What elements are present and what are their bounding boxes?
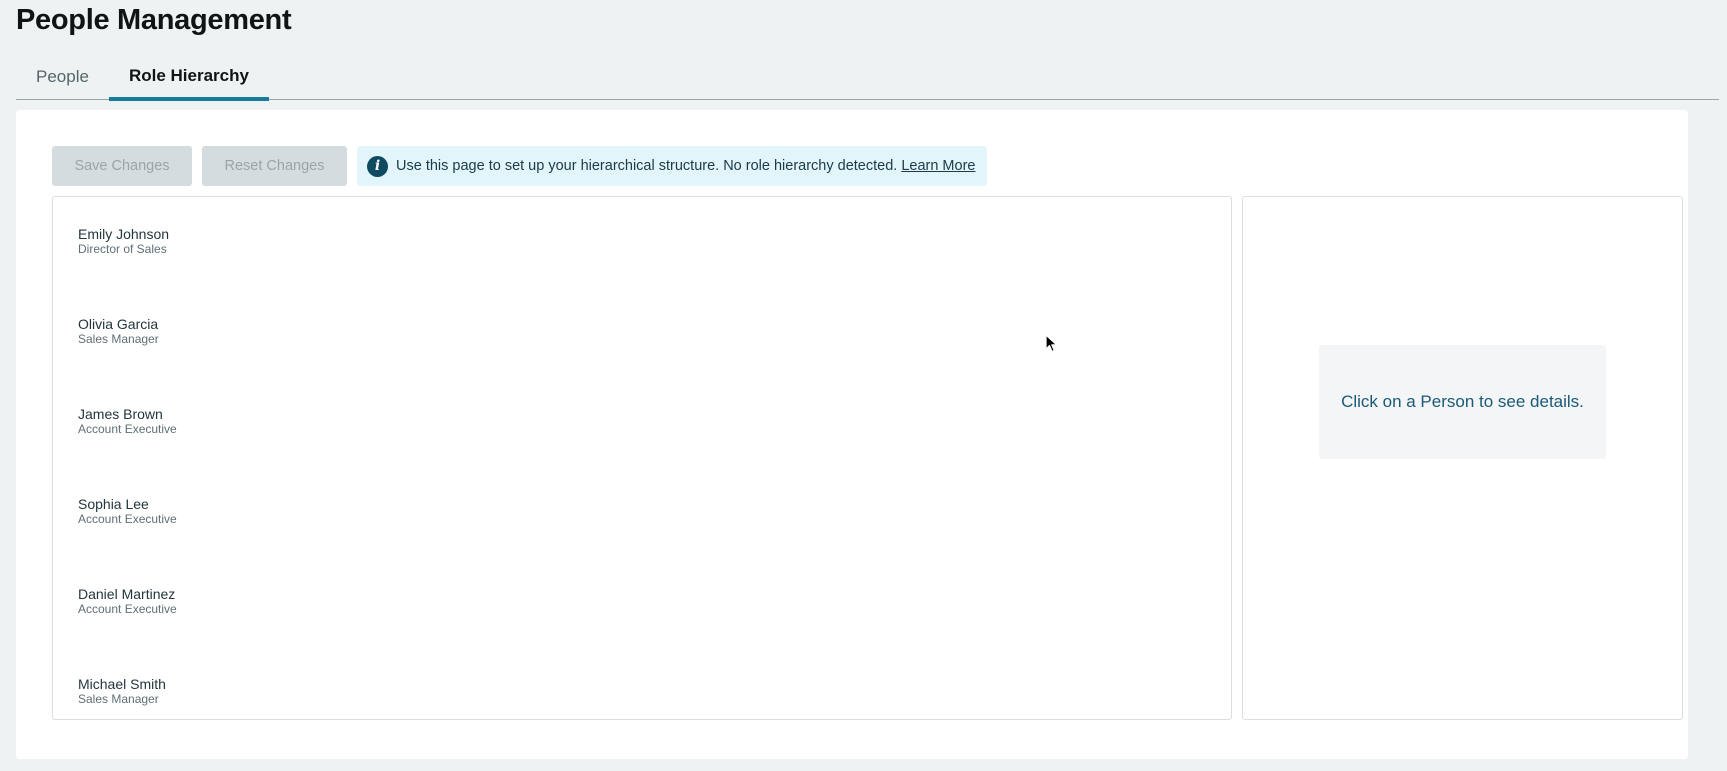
tab-people[interactable]: People bbox=[16, 54, 109, 100]
role-hierarchy-card: Save Changes Reset Changes i Use this pa… bbox=[16, 110, 1688, 759]
toolbar: Save Changes Reset Changes i Use this pa… bbox=[52, 146, 988, 186]
info-icon: i bbox=[367, 155, 388, 177]
person-node[interactable]: Olivia Garcia Sales Manager bbox=[78, 316, 159, 346]
save-changes-button[interactable]: Save Changes bbox=[52, 146, 192, 186]
person-name: Daniel Martinez bbox=[78, 586, 176, 602]
person-name: James Brown bbox=[78, 406, 163, 422]
person-name: Michael Smith bbox=[78, 676, 166, 692]
tab-bar: People Role Hierarchy bbox=[16, 54, 1719, 101]
people-hierarchy-panel: Emily Johnson Director of Sales Olivia G… bbox=[52, 196, 1232, 720]
details-placeholder: Click on a Person to see details. bbox=[1319, 345, 1606, 459]
person-name: Emily Johnson bbox=[78, 226, 170, 242]
person-details-panel: Click on a Person to see details. bbox=[1242, 196, 1683, 720]
person-role: Account Executive bbox=[78, 512, 177, 526]
page-title: People Management bbox=[16, 4, 292, 36]
person-name: Sophia Lee bbox=[78, 496, 149, 512]
tab-people-label: People bbox=[36, 67, 89, 86]
info-banner: i Use this page to set up your hierarchi… bbox=[357, 146, 988, 186]
person-node[interactable]: Emily Johnson Director of Sales bbox=[78, 226, 169, 256]
person-name: Olivia Garcia bbox=[78, 316, 159, 332]
person-role: Account Executive bbox=[78, 602, 177, 616]
tab-role-hierarchy[interactable]: Role Hierarchy bbox=[108, 54, 269, 101]
person-role: Director of Sales bbox=[78, 242, 167, 256]
tab-role-hierarchy-label: Role Hierarchy bbox=[128, 65, 249, 85]
reset-changes-button[interactable]: Reset Changes bbox=[202, 146, 347, 186]
person-node[interactable]: Sophia Lee Account Executive bbox=[78, 496, 177, 526]
person-role: Sales Manager bbox=[78, 692, 159, 706]
person-node[interactable]: Michael Smith Sales Manager bbox=[78, 676, 166, 706]
person-node[interactable]: Daniel Martinez Account Executive bbox=[78, 586, 177, 616]
person-role: Sales Manager bbox=[78, 332, 159, 346]
person-node[interactable]: James Brown Account Executive bbox=[78, 406, 177, 436]
person-role: Account Executive bbox=[78, 422, 177, 436]
info-banner-text: Use this page to set up your hierarchica… bbox=[396, 158, 898, 174]
learn-more-link[interactable]: Learn More bbox=[901, 158, 975, 174]
mouse-pointer-icon bbox=[1045, 334, 1058, 353]
